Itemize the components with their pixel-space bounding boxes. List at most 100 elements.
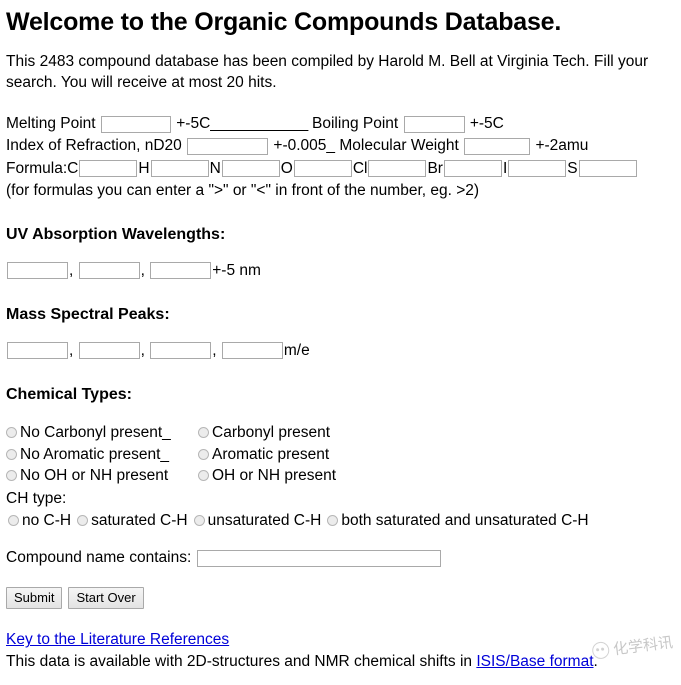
- formula-input-s[interactable]: [578, 159, 637, 177]
- no-carbonyl-option[interactable]: No Carbonyl present_: [6, 422, 198, 444]
- ch-type-unsaturated-label: unsaturated C-H: [207, 511, 322, 529]
- uv-section-heading: UV Absorption Wavelengths:: [6, 225, 226, 243]
- carbonyl-option[interactable]: Carbonyl present: [198, 424, 330, 441]
- formula-element-symbol-cl: Cl: [352, 159, 368, 177]
- aromatic-option[interactable]: Aromatic present: [198, 446, 329, 463]
- formula-element-symbol-n: N: [209, 159, 221, 177]
- uv-separator-1: ,: [69, 261, 74, 279]
- no-ohnh-option[interactable]: No OH or NH present: [6, 465, 198, 487]
- ohnh-row: No OH or NH present OH or NH present: [6, 465, 675, 487]
- boiling-point-tolerance: +-5C: [469, 115, 504, 133]
- formula-element-symbol-o: O: [280, 159, 293, 177]
- formula-element-symbol-h: H: [138, 159, 150, 177]
- boiling-point-label: Boiling Point: [312, 115, 399, 133]
- formula-label: Formula:: [6, 159, 68, 177]
- ms-section-heading: Mass Spectral Peaks:: [6, 305, 170, 323]
- uv-wavelength-input-3[interactable]: [150, 262, 212, 280]
- compound-name-input[interactable]: [196, 549, 441, 567]
- ms-peak-input-1[interactable]: [7, 342, 68, 360]
- submit-button[interactable]: Submit: [6, 587, 63, 610]
- ohnh-radio[interactable]: [198, 470, 209, 482]
- formula-input-cl[interactable]: [368, 159, 427, 177]
- molecular-weight-tolerance: +-2amu: [535, 137, 589, 155]
- ms-peak-input-4[interactable]: [221, 342, 283, 360]
- ch-type-both-label: both saturated and unsaturated C-H: [341, 511, 589, 529]
- ch-type-unsaturated-radio[interactable]: [193, 514, 205, 526]
- uv-wavelength-input-2[interactable]: [78, 262, 140, 280]
- chemical-types-heading: Chemical Types:: [6, 385, 132, 403]
- ch-type-none-label: no C-H: [22, 511, 72, 529]
- refraction-tolerance: +-0.005_: [273, 137, 336, 155]
- ms-inputs-row: , , , m/e: [6, 342, 675, 360]
- start-over-button[interactable]: Start Over: [68, 587, 144, 610]
- ch-type-both-radio[interactable]: [327, 514, 339, 526]
- formula-input-n[interactable]: [221, 159, 280, 177]
- no-aromatic-option[interactable]: No Aromatic present_: [6, 444, 198, 466]
- ms-units: m/e: [283, 341, 310, 359]
- ms-separator-3: ,: [212, 341, 217, 359]
- uv-wavelength-input-1[interactable]: [7, 262, 68, 280]
- formula-element-symbol-s: S: [567, 159, 578, 177]
- aromatic-label: Aromatic present: [212, 445, 330, 463]
- key-link-row: Key to the Literature References: [6, 629, 675, 650]
- ms-peak-input-2[interactable]: [78, 342, 140, 360]
- compound-name-row: Compound name contains:: [6, 549, 675, 567]
- molecular-weight-label: Molecular Weight: [339, 137, 459, 155]
- refraction-weight-row: Index of Refraction, nD20 +-0.005_ Molec…: [6, 135, 675, 157]
- formula-input-c[interactable]: [79, 159, 138, 177]
- form-buttons-row: Submit Start Over: [6, 587, 675, 610]
- availability-text-suffix: .: [593, 652, 598, 670]
- no-aromatic-radio[interactable]: [6, 448, 17, 460]
- row-spacer-underscores: ____________: [210, 115, 308, 133]
- page-title: Welcome to the Organic Compounds Databas…: [6, 8, 562, 36]
- ohnh-label: OH or NH present: [212, 467, 337, 485]
- intro-paragraph: This 2483 compound database has been com…: [6, 53, 649, 91]
- page-container: Welcome to the Organic Compounds Databas…: [0, 0, 681, 672]
- uv-separator-2: ,: [140, 261, 145, 279]
- ch-type-saturated-radio[interactable]: [77, 514, 89, 526]
- formula-input-i[interactable]: [508, 159, 567, 177]
- melting-point-tolerance: +-5C: [176, 115, 211, 133]
- ms-separator-1: ,: [69, 341, 74, 359]
- aromatic-row: No Aromatic present_ Aromatic present: [6, 444, 675, 466]
- physical-properties-group: Melting Point +-5C____________ Boiling P…: [6, 113, 675, 202]
- melting-point-input[interactable]: [100, 115, 171, 133]
- melting-boiling-row: Melting Point +-5C____________ Boiling P…: [6, 113, 675, 135]
- chemical-types-radio-group: No Carbonyl present_ Carbonyl present No …: [6, 422, 675, 531]
- ms-peak-input-3[interactable]: [150, 342, 212, 360]
- molecular-weight-input[interactable]: [464, 137, 531, 155]
- availability-row: This data is available with 2D-structure…: [6, 651, 675, 672]
- formula-input-br[interactable]: [443, 159, 502, 177]
- availability-text-prefix: This data is available with 2D-structure…: [6, 652, 477, 670]
- formula-input-h[interactable]: [150, 159, 209, 177]
- isis-base-format-link[interactable]: ISIS/Base format: [476, 653, 593, 670]
- boiling-point-input[interactable]: [403, 115, 465, 133]
- carbonyl-radio[interactable]: [198, 426, 209, 438]
- formula-element-symbol-i: I: [502, 159, 508, 177]
- formula-input-o[interactable]: [293, 159, 352, 177]
- melting-point-label: Melting Point: [6, 115, 96, 133]
- no-carbonyl-radio[interactable]: [6, 426, 17, 438]
- formula-element-symbol-c: C: [67, 159, 79, 177]
- formula-element-symbol-br: Br: [427, 159, 443, 177]
- ch-type-saturated-label: saturated C-H: [91, 511, 188, 529]
- uv-inputs-row: , , +-5 nm: [6, 262, 675, 280]
- no-ohnh-label: No OH or NH present: [20, 467, 169, 485]
- ch-type-radio-row: no C-H saturated C-H unsaturated C-H both s…: [6, 510, 675, 532]
- ch-type-none-radio[interactable]: [8, 514, 19, 526]
- ch-type-label: CH type:: [6, 489, 67, 507]
- aromatic-radio[interactable]: [198, 448, 209, 460]
- formula-note: (for formulas you can enter a ">" or "<"…: [6, 181, 480, 199]
- compound-name-label: Compound name contains:: [6, 549, 192, 567]
- no-ohnh-radio[interactable]: [6, 470, 17, 482]
- ohnh-option[interactable]: OH or NH present: [198, 467, 336, 484]
- carbonyl-label: Carbonyl present: [212, 423, 331, 441]
- carbonyl-row: No Carbonyl present_ Carbonyl present: [6, 422, 675, 444]
- refraction-input[interactable]: [187, 137, 269, 155]
- ms-separator-2: ,: [140, 341, 145, 359]
- no-carbonyl-label: No Carbonyl present_: [20, 423, 171, 441]
- key-to-literature-references-link[interactable]: Key to the Literature References: [6, 631, 229, 648]
- no-aromatic-label: No Aromatic present_: [20, 445, 170, 463]
- formula-row: Formula:C H N O Cl Br I S: [6, 158, 675, 180]
- uv-units: +-5 nm: [212, 261, 261, 279]
